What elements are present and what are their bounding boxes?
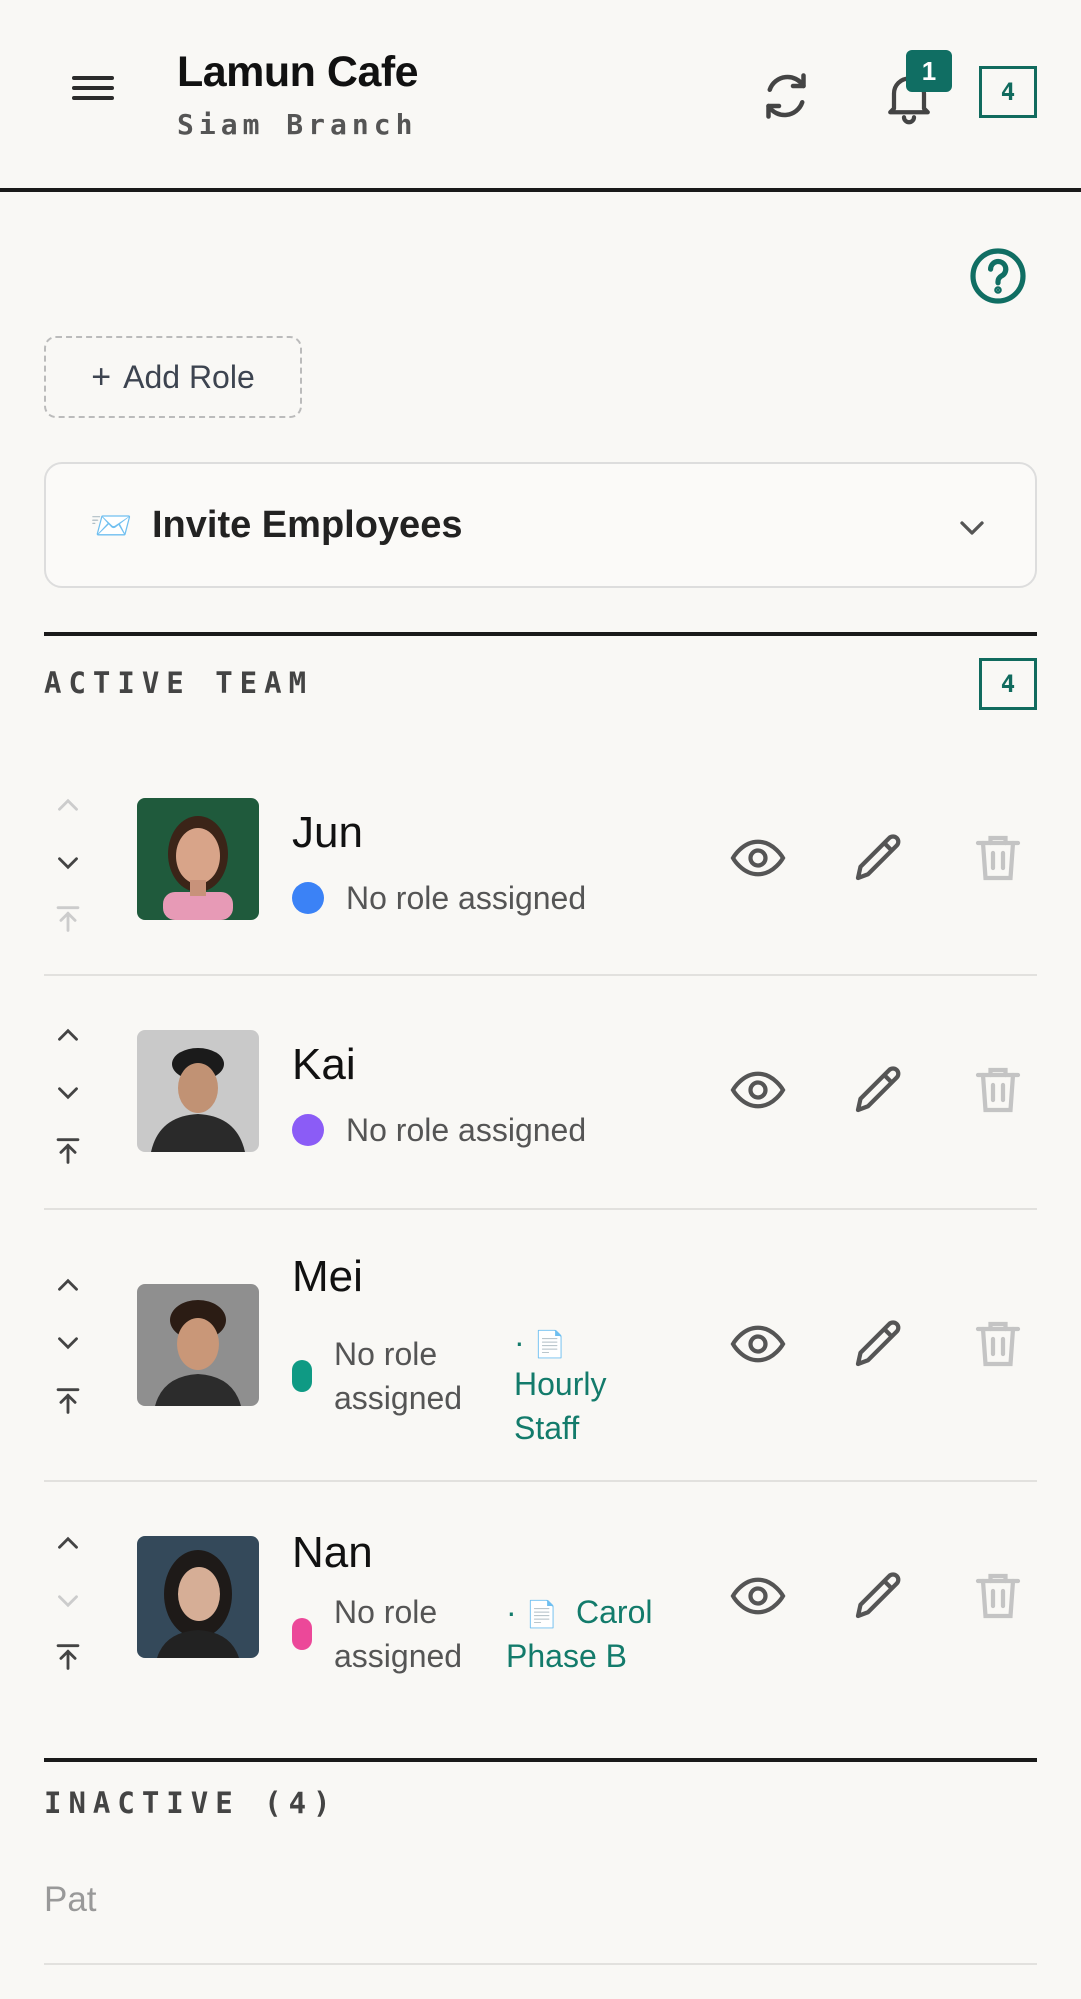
member-role: No role assigned: [346, 880, 587, 916]
inactive-member[interactable]: Pat: [44, 1880, 97, 1920]
add-role-button[interactable]: + Add Role: [44, 336, 302, 418]
edit-button[interactable]: [848, 828, 908, 888]
move-to-top-button[interactable]: [44, 1640, 92, 1680]
eye-icon: [730, 1325, 786, 1363]
move-up-button[interactable]: [44, 788, 92, 828]
notification-badge: 1: [906, 50, 952, 92]
avatar: [137, 1536, 259, 1658]
member-role: No role assigned: [334, 1594, 463, 1674]
trash-icon: [975, 1321, 1021, 1367]
app-title: Lamun Cafe: [177, 48, 419, 96]
eye-icon: [730, 1577, 786, 1615]
role-color-dot: [292, 1360, 312, 1392]
edit-button[interactable]: [848, 1060, 908, 1120]
move-down-button[interactable]: [44, 846, 92, 886]
invite-employees-label: Invite Employees: [152, 504, 463, 546]
chevron-up-icon: [58, 798, 78, 811]
arrow-to-top-icon: [56, 1388, 80, 1414]
member-name: Nan: [292, 1528, 373, 1577]
arrow-to-top-icon: [56, 1644, 80, 1670]
avatar: [137, 1030, 259, 1152]
member-row: Kai No role assigned: [44, 976, 1037, 1210]
active-team-title: ACTIVE TEAM: [44, 666, 314, 700]
member-row: Nan No role assigned · 📄 Carol Phase B: [44, 1482, 1037, 1732]
member-name: Jun: [292, 808, 363, 857]
delete-button[interactable]: [968, 828, 1028, 888]
chevron-up-icon: [58, 1278, 78, 1291]
section-divider: [44, 632, 1037, 636]
menu-icon: [66, 76, 120, 100]
trash-icon: [975, 835, 1021, 881]
member-note: Hourly Staff: [514, 1366, 607, 1446]
delete-button[interactable]: [968, 1060, 1028, 1120]
app-header: Lamun Cafe Siam Branch 1 4: [0, 0, 1081, 192]
move-to-top-button[interactable]: [44, 902, 92, 942]
view-button[interactable]: [728, 828, 788, 888]
member-role: No role assigned: [334, 1336, 463, 1416]
avatar: [137, 798, 259, 920]
move-down-button[interactable]: [44, 1584, 92, 1624]
move-up-button[interactable]: [44, 1268, 92, 1308]
view-button[interactable]: [728, 1566, 788, 1626]
member-name: Mei: [292, 1252, 363, 1301]
edit-button[interactable]: [848, 1566, 908, 1626]
refresh-icon: [766, 73, 806, 119]
document-icon: 📄: [533, 1329, 566, 1359]
view-button[interactable]: [728, 1060, 788, 1120]
chevron-down-icon: [58, 1337, 78, 1350]
question-circle-icon: [970, 248, 1026, 304]
pencil-icon: [855, 834, 901, 881]
delete-button[interactable]: [968, 1314, 1028, 1374]
view-button[interactable]: [728, 1314, 788, 1374]
move-down-button[interactable]: [44, 1076, 92, 1116]
arrow-to-top-icon: [56, 906, 80, 932]
edit-button[interactable]: [848, 1314, 908, 1374]
section-divider: [44, 1758, 1037, 1762]
trash-icon: [975, 1067, 1021, 1113]
refresh-button[interactable]: [756, 66, 816, 126]
role-color-dot: [292, 1618, 312, 1650]
eye-icon: [730, 1071, 786, 1109]
chevron-down-icon: [960, 521, 984, 535]
branch-subtitle: Siam Branch: [177, 108, 418, 141]
row-divider: [44, 1963, 1037, 1965]
chevron-down-icon: [58, 1087, 78, 1100]
invite-employees-toggle[interactable]: 📨 Invite Employees: [44, 462, 1037, 588]
member-note: Carol Phase B: [506, 1594, 653, 1674]
add-role-label: Add Role: [123, 358, 255, 395]
menu-button[interactable]: [66, 70, 120, 114]
role-color-dot: [292, 882, 324, 914]
member-name: Kai: [292, 1040, 356, 1089]
trash-icon: [975, 1573, 1021, 1619]
chevron-up-icon: [58, 1028, 78, 1041]
arrow-to-top-icon: [56, 1138, 80, 1164]
eye-icon: [730, 839, 786, 877]
avatar: [137, 1284, 259, 1406]
envelope-icon: 📨: [90, 507, 133, 545]
chevron-down-icon: [58, 857, 78, 870]
chevron-up-icon: [58, 1536, 78, 1549]
active-team-count: 4: [979, 658, 1037, 710]
chevron-down-icon: [58, 1595, 78, 1608]
note-prefix: · 📄: [514, 1324, 566, 1360]
team-count-badge: 4: [979, 66, 1037, 118]
pencil-icon: [855, 1572, 901, 1619]
pencil-icon: [855, 1320, 901, 1367]
delete-button[interactable]: [968, 1566, 1028, 1626]
pencil-icon: [855, 1066, 901, 1113]
member-row: Jun No role assigned: [44, 744, 1037, 976]
move-down-button[interactable]: [44, 1326, 92, 1366]
role-color-dot: [292, 1114, 324, 1146]
move-to-top-button[interactable]: [44, 1134, 92, 1174]
move-up-button[interactable]: [44, 1018, 92, 1058]
help-button[interactable]: [966, 244, 1030, 308]
move-to-top-button[interactable]: [44, 1384, 92, 1424]
move-up-button[interactable]: [44, 1526, 92, 1566]
plus-icon: +: [91, 357, 112, 396]
inactive-section-title: INACTIVE (4): [44, 1786, 338, 1820]
member-role: No role assigned: [346, 1112, 587, 1148]
member-row: Mei No role assigned · 📄 Hourly Staff: [44, 1210, 1037, 1482]
